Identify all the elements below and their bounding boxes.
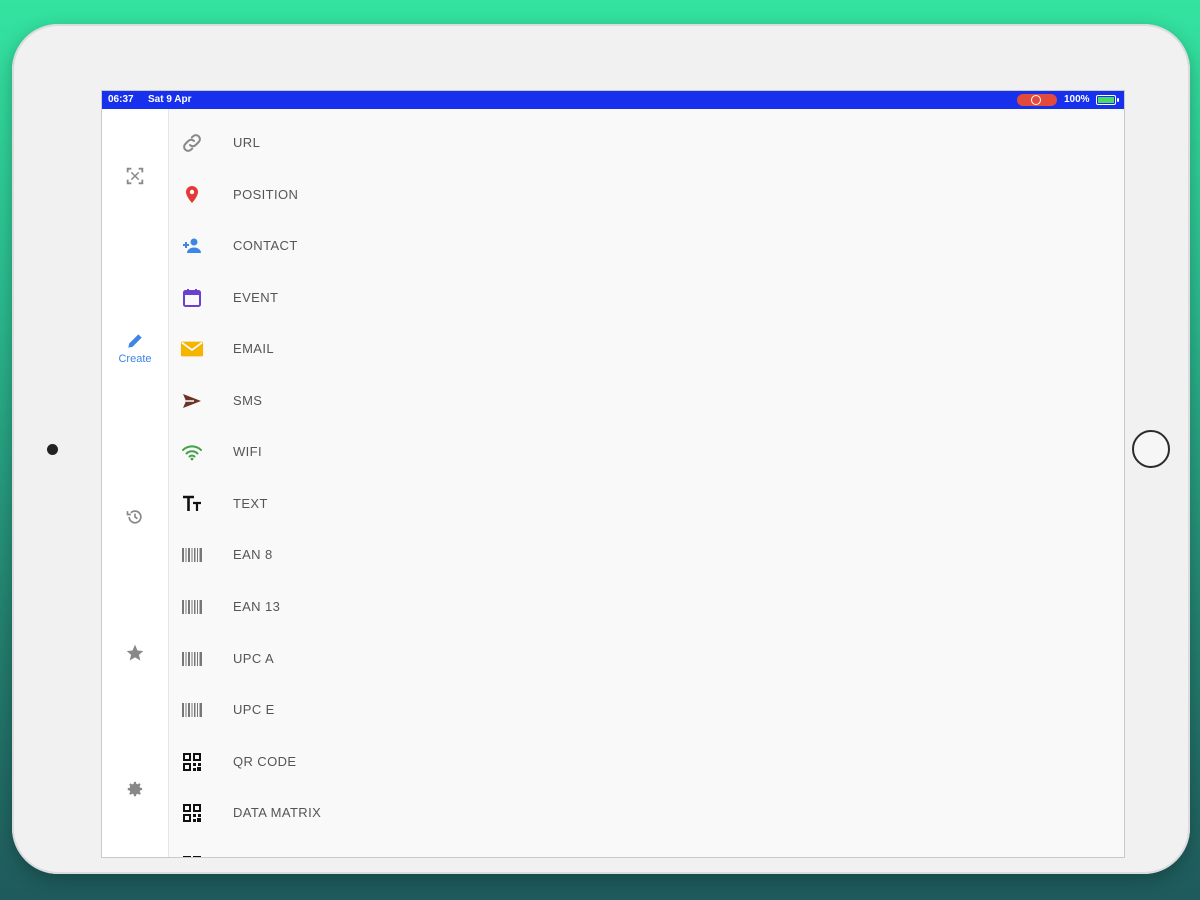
text-icon bbox=[180, 492, 204, 516]
list-item-label: URL bbox=[233, 135, 261, 150]
status-date: Sat 9 Apr bbox=[148, 94, 192, 105]
list-item-label: TEXT bbox=[233, 496, 268, 511]
calendar-icon bbox=[180, 286, 204, 310]
list-item-label: EAN 13 bbox=[233, 599, 281, 614]
create-type-list: URL POSITION CONTACT EVENT EMAIL SMS WIF… bbox=[169, 109, 1124, 857]
star-icon bbox=[126, 644, 144, 661]
battery-icon bbox=[1096, 95, 1119, 105]
wifi-icon bbox=[180, 440, 204, 464]
status-time: 06:37 bbox=[108, 94, 134, 105]
nav-favorites[interactable] bbox=[102, 643, 168, 663]
scan-icon bbox=[126, 167, 144, 185]
list-item-label: QR CODE bbox=[233, 754, 297, 769]
list-item-label: UPC E bbox=[233, 702, 275, 717]
tablet-frame: 06:37 Sat 9 Apr 100% Create URL POSITION… bbox=[12, 24, 1190, 874]
send-icon bbox=[180, 389, 204, 413]
nav-create[interactable]: Create bbox=[102, 331, 168, 365]
record-icon bbox=[1031, 95, 1041, 105]
list-item-contact[interactable]: CONTACT bbox=[169, 220, 1124, 271]
qr-code-icon bbox=[180, 750, 204, 774]
barcode-icon bbox=[180, 595, 204, 619]
list-item-qr-code[interactable]: QR CODE bbox=[169, 736, 1124, 787]
list-item-label: EMAIL bbox=[233, 341, 275, 356]
gear-icon bbox=[127, 781, 143, 797]
list-item-event[interactable]: EVENT bbox=[169, 272, 1124, 323]
nav-history[interactable] bbox=[102, 507, 168, 527]
list-item-label: CONTACT bbox=[233, 238, 298, 253]
list-item-partial[interactable] bbox=[169, 839, 1124, 857]
nav-settings[interactable] bbox=[102, 779, 168, 799]
list-item-ean-8[interactable]: EAN 8 bbox=[169, 529, 1124, 580]
list-item-label: EVENT bbox=[233, 290, 279, 305]
qr-code-icon bbox=[180, 801, 204, 825]
barcode-icon bbox=[180, 698, 204, 722]
front-camera bbox=[47, 444, 58, 455]
barcode-icon bbox=[180, 647, 204, 671]
location-pin-icon bbox=[180, 183, 204, 207]
nav-create-label: Create bbox=[118, 353, 152, 365]
link-icon bbox=[180, 131, 204, 155]
list-item-email[interactable]: EMAIL bbox=[169, 323, 1124, 374]
envelope-icon bbox=[180, 337, 204, 361]
battery-percent: 100% bbox=[1064, 94, 1090, 105]
list-item-label: EAN 8 bbox=[233, 547, 273, 562]
list-item-ean-13[interactable]: EAN 13 bbox=[169, 581, 1124, 632]
barcode-icon bbox=[180, 543, 204, 567]
add-contact-icon bbox=[180, 234, 204, 258]
list-item-label: WIFI bbox=[233, 444, 263, 459]
pencil-icon bbox=[128, 334, 142, 348]
list-item-label: POSITION bbox=[233, 187, 299, 202]
history-icon bbox=[126, 510, 142, 524]
list-item-position[interactable]: POSITION bbox=[169, 169, 1124, 220]
status-bar: 06:37 Sat 9 Apr 100% bbox=[102, 91, 1124, 109]
app-screen: 06:37 Sat 9 Apr 100% Create URL POSITION… bbox=[101, 90, 1125, 858]
list-item-wifi[interactable]: WIFI bbox=[169, 426, 1124, 477]
side-navigation: Create bbox=[102, 109, 169, 857]
list-item-upc-a[interactable]: UPC A bbox=[169, 633, 1124, 684]
list-item-label: UPC A bbox=[233, 651, 275, 666]
list-item-data-matrix[interactable]: DATA MATRIX bbox=[169, 787, 1124, 838]
nav-scan[interactable] bbox=[102, 165, 168, 187]
list-item-url[interactable]: URL bbox=[169, 117, 1124, 168]
list-item-upc-e[interactable]: UPC E bbox=[169, 684, 1124, 735]
screen-record-indicator[interactable] bbox=[1017, 94, 1057, 106]
list-item-text[interactable]: TEXT bbox=[169, 478, 1124, 529]
home-button[interactable] bbox=[1132, 430, 1170, 468]
list-item-label: SMS bbox=[233, 393, 263, 408]
list-item-label: DATA MATRIX bbox=[233, 805, 322, 820]
qr-code-icon bbox=[180, 853, 204, 857]
list-item-sms[interactable]: SMS bbox=[169, 375, 1124, 426]
